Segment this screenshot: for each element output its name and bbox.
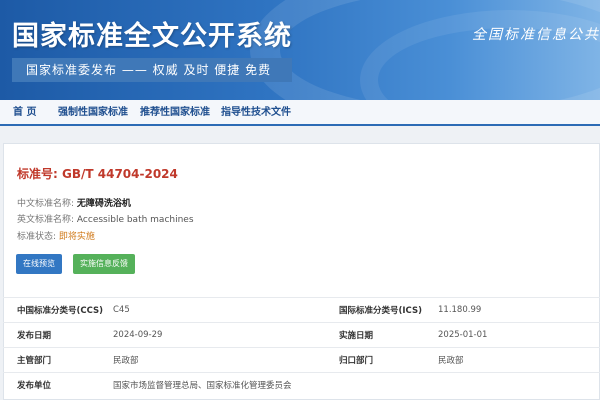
ccs-label: 中国标准分类号(CCS) — [3, 297, 113, 323]
centralized-dept-value: 民政部 — [438, 347, 600, 373]
standard-info-table: 中国标准分类号(CCS) C45 国际标准分类号(ICS) 11.180.99 … — [3, 297, 600, 398]
site-banner: 国家标准全文公开系统 国家标准委发布 —— 权威 及时 便捷 免费 全国标准信息… — [0, 0, 600, 100]
centralized-dept-label: 归口部门 — [325, 347, 438, 373]
issuer-label: 发布单位 — [3, 372, 113, 398]
cn-name-row: 中文标准名称: 无障碍洗浴机 — [17, 196, 131, 209]
ics-label: 国际标准分类号(ICS) — [325, 297, 438, 323]
main-nav: 首 页 强制性国家标准 推荐性国家标准 指导性技术文件 — [0, 100, 600, 126]
banner-slogan: 全国标准信息公共 — [472, 27, 600, 43]
issuer-value: 国家市场监督管理总局、国家标准化管理委员会 — [113, 372, 600, 398]
nav-item-recommended[interactable]: 推荐性国家标准 — [140, 100, 210, 126]
status-badge: 即将实施 — [58, 232, 95, 242]
competent-dept-value: 民政部 — [113, 347, 325, 373]
status-label: 标准状态: — [17, 232, 57, 242]
implementation-feedback-button[interactable]: 实施信息反馈 — [73, 254, 135, 274]
nav-item-mandatory[interactable]: 强制性国家标准 — [58, 100, 128, 126]
table-row: 发布日期 2024-09-29 实施日期 2025-01-01 — [3, 322, 600, 348]
site-subtitle: 国家标准委发布 —— 权威 及时 便捷 免费 — [12, 58, 292, 82]
publish-date-label: 发布日期 — [3, 322, 113, 348]
nav-item-guidance[interactable]: 指导性技术文件 — [221, 100, 291, 126]
site-title: 国家标准全文公开系统 — [12, 21, 292, 52]
standard-number-label: 标准号: — [17, 167, 58, 181]
table-row: 中国标准分类号(CCS) C45 国际标准分类号(ICS) 11.180.99 — [3, 297, 600, 323]
en-name-row: 英文标准名称: Accessible bath machines — [17, 212, 194, 225]
standard-number: 标准号: GB/T 44704-2024 — [17, 165, 178, 182]
nav-item-home[interactable]: 首 页 — [13, 100, 36, 126]
cn-name-label: 中文标准名称: — [17, 199, 75, 209]
status-row: 标准状态: 即将实施 — [17, 229, 95, 242]
table-row: 主管部门 民政部 归口部门 民政部 — [3, 347, 600, 373]
en-name-value: Accessible bath machines — [76, 215, 194, 225]
ics-value: 11.180.99 — [438, 297, 600, 323]
ccs-value: C45 — [113, 297, 325, 323]
table-row: 发布单位 国家市场监督管理总局、国家标准化管理委员会 — [3, 372, 600, 398]
online-preview-button[interactable]: 在线预览 — [16, 254, 62, 274]
effective-date-value: 2025-01-01 — [438, 322, 600, 348]
standard-number-value: GB/T 44704-2024 — [62, 167, 178, 181]
publish-date-value: 2024-09-29 — [113, 322, 325, 348]
competent-dept-label: 主管部门 — [3, 347, 113, 373]
effective-date-label: 实施日期 — [325, 322, 438, 348]
cn-name-value: 无障碍洗浴机 — [76, 199, 131, 209]
en-name-label: 英文标准名称: — [17, 215, 75, 225]
